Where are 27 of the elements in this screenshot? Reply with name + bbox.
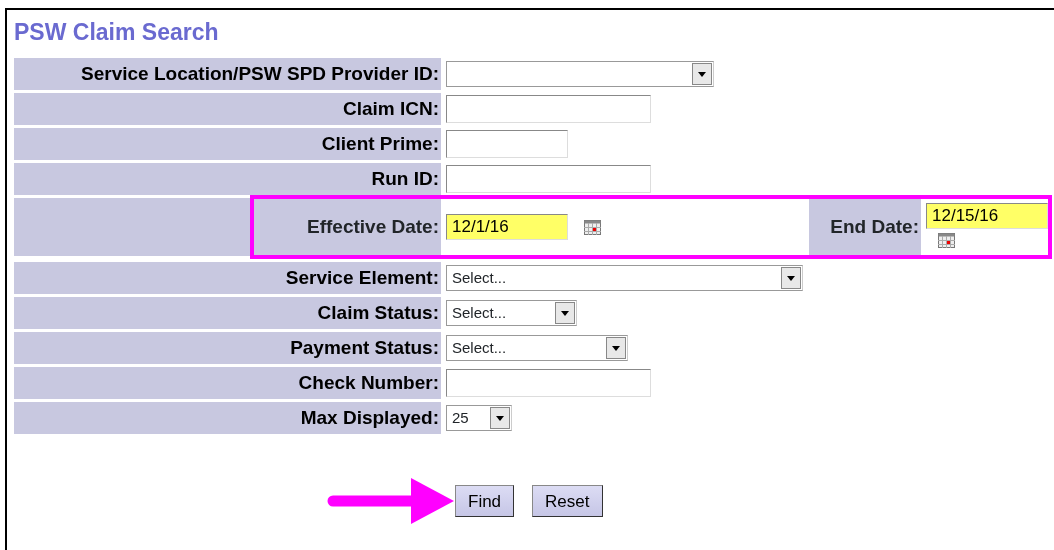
input-field[interactable]	[446, 95, 651, 123]
field-label: Effective Date:	[254, 199, 441, 255]
field-label: Payment Status:	[14, 332, 441, 364]
field-label: Max Displayed:	[14, 402, 441, 434]
dropdown[interactable]: Select...	[446, 335, 628, 361]
dropdown[interactable]: Select...	[446, 300, 577, 326]
reset-button[interactable]: Reset	[532, 485, 603, 517]
field-label: Client Prime:	[14, 128, 441, 160]
calendar-icon[interactable]	[584, 219, 601, 235]
dropdown[interactable]	[446, 61, 714, 87]
dropdown[interactable]: 25	[446, 405, 512, 431]
field-label: End Date:	[809, 199, 921, 255]
find-button[interactable]: Find	[455, 485, 515, 517]
field-label: Service Location/PSW SPD Provider ID:	[14, 58, 441, 90]
field-label: Claim Status:	[14, 297, 441, 329]
input-field[interactable]	[446, 369, 651, 397]
date-field[interactable]: 12/15/16	[926, 203, 1048, 229]
field-label: Service Element:	[14, 262, 441, 294]
field-label: Run ID:	[14, 163, 441, 195]
date-field[interactable]: 12/1/16	[446, 214, 568, 240]
input-field[interactable]	[446, 130, 568, 158]
calendar-icon[interactable]	[938, 233, 955, 248]
dropdown[interactable]: Select...	[446, 265, 803, 291]
field-label: Claim ICN:	[14, 93, 441, 125]
field-label: Check Number:	[14, 367, 441, 399]
page-title: PSW Claim Search	[14, 18, 220, 46]
input-field[interactable]	[446, 165, 651, 193]
